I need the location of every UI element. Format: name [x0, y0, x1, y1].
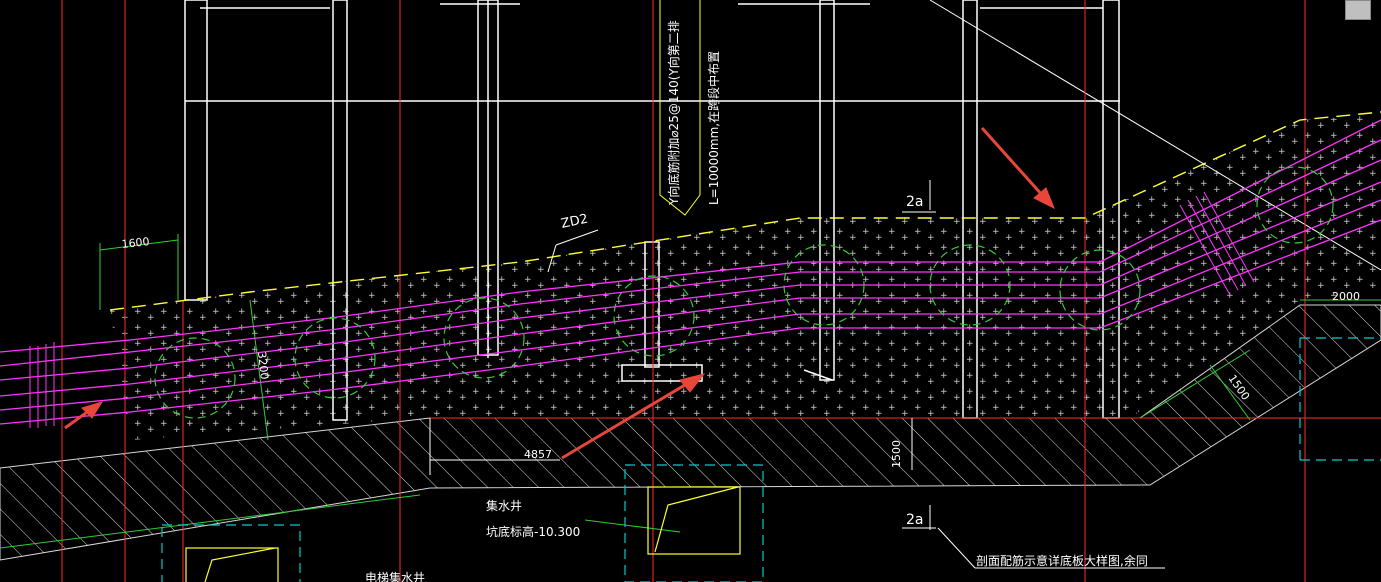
dim-1600: 1600 [121, 235, 150, 251]
elevator-pit-label: 电梯集水井 [365, 570, 425, 582]
rebar-note: Y向底筋附加⌀25@140(Y向第二排 [666, 20, 681, 206]
window-swatch-icon[interactable] [1345, 0, 1371, 20]
dim-1500-vertical: 1500 [890, 440, 903, 468]
sump-bottom-elevation: 坑底标高-10.300 [486, 524, 580, 539]
section-mark-top: 2a [906, 194, 924, 210]
beam-tag-zd2: ZD2 [560, 212, 590, 232]
section-mark-bottom: 2a [906, 512, 924, 528]
sump-label: 集水井 [486, 498, 522, 513]
dim-4857: 4857 [524, 448, 552, 461]
cad-drawing-canvas[interactable]: + + [0, 0, 1381, 582]
dim-2000: 2000 [1332, 290, 1360, 303]
detail-note: 剖面配筋示意详底板大样图,余同 [976, 553, 1148, 568]
length-note: L=10000mm,在跨段中布置 [706, 51, 721, 205]
